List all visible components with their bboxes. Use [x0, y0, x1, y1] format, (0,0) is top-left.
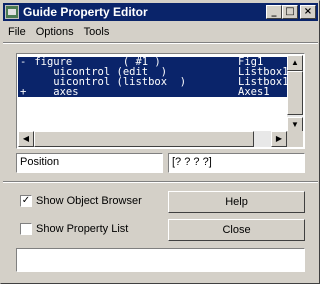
object-list-items: - figure ( #1 ) Fig1 uicontrol (edit ) L… — [18, 55, 287, 133]
vertical-scroll-thumb[interactable] — [287, 71, 303, 115]
collapse-marker[interactable]: - — [20, 57, 26, 68]
show-property-list-label: Show Property List — [36, 223, 129, 235]
scroll-left-icon[interactable]: ◀ — [18, 131, 34, 147]
object-browser-list[interactable]: - figure ( #1 ) Fig1 uicontrol (edit ) L… — [16, 53, 305, 149]
section-separator — [3, 181, 318, 183]
menu-bar: File Options Tools — [3, 23, 114, 41]
menu-options[interactable]: Options — [31, 26, 79, 38]
scroll-right-icon[interactable]: ▶ — [271, 131, 287, 147]
menu-separator — [3, 42, 318, 44]
title-bar[interactable]: Guide Property Editor _ □ × — [3, 3, 318, 21]
list-item-text: axes — [28, 86, 79, 98]
vertical-scrollbar[interactable]: ▲ ▼ — [287, 55, 303, 133]
horizontal-scrollbar[interactable]: ◀ ▶ — [18, 131, 287, 147]
minimize-button[interactable]: _ — [266, 5, 282, 19]
show-property-list-option[interactable]: Show Property List — [20, 223, 128, 235]
property-name-field[interactable]: Position — [16, 153, 163, 173]
window-controls: _ □ × — [266, 5, 316, 19]
horizontal-scroll-thumb[interactable] — [34, 131, 254, 147]
app-icon — [5, 5, 19, 19]
window-title: Guide Property Editor — [23, 5, 148, 19]
show-object-browser-checkbox[interactable]: ✓ — [20, 195, 32, 207]
list-item[interactable]: + axes Axes1 — [18, 87, 287, 97]
show-object-browser-option[interactable]: ✓ Show Object Browser — [20, 195, 142, 207]
scroll-up-icon[interactable]: ▲ — [287, 55, 303, 71]
status-box — [16, 248, 305, 272]
show-object-browser-label: Show Object Browser — [36, 195, 142, 207]
close-button[interactable]: Close — [168, 219, 305, 241]
close-window-button[interactable]: × — [300, 5, 316, 19]
maximize-button[interactable]: □ — [282, 5, 298, 19]
help-button[interactable]: Help — [168, 191, 305, 213]
expand-marker[interactable]: + — [20, 87, 26, 98]
scrollbar-corner — [287, 131, 303, 147]
guide-property-editor-window: Guide Property Editor _ □ × File Options… — [0, 0, 320, 284]
menu-tools[interactable]: Tools — [79, 26, 115, 38]
property-value-field[interactable]: [? ? ? ?] — [168, 153, 305, 173]
menu-file[interactable]: File — [3, 26, 31, 38]
list-item-name: Axes1 — [238, 86, 270, 98]
show-property-list-checkbox[interactable] — [20, 223, 32, 235]
